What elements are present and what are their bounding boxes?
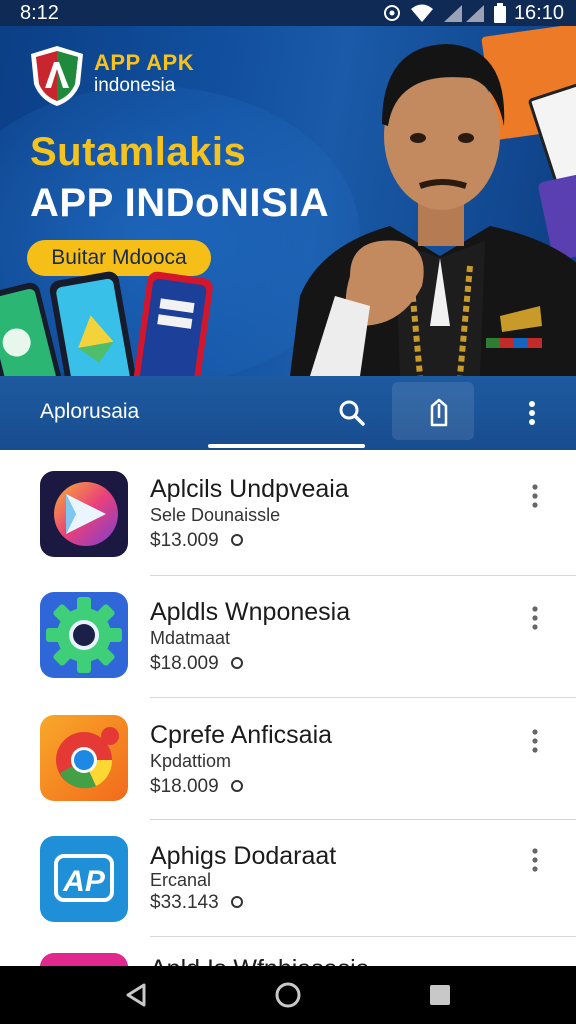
app-price: $33.143 — [150, 892, 219, 913]
more-vert-icon — [532, 848, 538, 872]
active-tab-indicator — [208, 444, 365, 448]
more-vert-icon — [532, 606, 538, 630]
price-circle-icon — [230, 533, 243, 546]
app-developer: Kpdattiom — [150, 751, 232, 771]
logo-title: APP APK — [94, 50, 195, 75]
app-price: $18.009 — [150, 653, 219, 674]
app-list: Aplcils Undpveaia Sele Dounaissle $13.00… — [0, 450, 576, 966]
list-item[interactable]: Apldls Wnponesia Mdatmaat $18.009 — [0, 576, 576, 698]
promo-banner[interactable]: APP APK indonesia Sutamlakis APP INDoNIS… — [0, 26, 576, 376]
home-circle-icon — [275, 982, 301, 1008]
item-overflow-button[interactable] — [520, 840, 550, 880]
presenter-photo — [290, 44, 576, 376]
app-name: Cprefe Anficsaia — [150, 721, 333, 749]
status-icons: 16:10 — [382, 2, 564, 25]
play-store-icon — [40, 471, 128, 557]
wifi-icon — [410, 3, 434, 23]
app-developer: Ercanal — [150, 870, 212, 890]
price-circle-icon — [230, 779, 243, 792]
list-item[interactable]: Apld Is Wfnhiasasia — [0, 937, 576, 966]
app-price-row: $13.009 — [150, 530, 243, 552]
back-button[interactable] — [116, 980, 156, 1010]
overflow-menu-button[interactable] — [514, 390, 550, 436]
more-vert-icon — [529, 401, 535, 425]
logo-subtitle: indonesia — [94, 75, 176, 96]
app-name: Apld Is Wfnhiasasia — [150, 955, 370, 966]
price-circle-icon — [230, 656, 243, 669]
list-item[interactable]: Cprefe Anficsaia Kpdattiom $18.009 — [0, 698, 576, 820]
more-vert-icon — [532, 729, 538, 753]
app-price: $13.009 — [150, 530, 219, 551]
app-bar: Aplorusaia — [0, 376, 576, 450]
signal-icon — [442, 3, 486, 23]
status-time-left: 8:12 — [20, 1, 59, 24]
app-name: Aphigs Dodaraat — [150, 842, 337, 870]
pink-app-icon — [40, 953, 128, 966]
search-button[interactable] — [322, 390, 382, 436]
more-vert-icon — [532, 484, 538, 508]
item-overflow-button[interactable] — [520, 721, 550, 761]
app-developer: Mdatmaat — [150, 628, 231, 648]
app-name: Aplcils Undpveaia — [150, 475, 349, 503]
item-overflow-button[interactable] — [520, 598, 550, 638]
recents-button[interactable] — [420, 980, 460, 1010]
price-circle-icon — [230, 895, 243, 908]
app-price-row: $18.009 — [150, 653, 243, 675]
status-time-right: 16:10 — [513, 1, 564, 24]
battery-icon — [493, 3, 506, 23]
svg-text:AP: AP — [62, 865, 106, 898]
list-item[interactable]: Aplcils Undpveaia Sele Dounaissle $13.00… — [0, 450, 576, 572]
status-bar: 8:12 16:10 — [0, 0, 576, 26]
banner-subheadline: APP INDoNISIA — [30, 181, 330, 225]
item-overflow-button[interactable] — [520, 476, 550, 516]
recents-square-icon — [430, 985, 450, 1005]
share-icon — [430, 398, 448, 427]
banner-headline: Sutamlakis — [30, 130, 247, 174]
smartphones-illustration — [0, 271, 213, 376]
app-name: Apldls Wnponesia — [150, 598, 351, 626]
settings-gear-icon — [40, 592, 128, 678]
app-developer: Sele Dounaissle — [150, 505, 281, 525]
system-nav-bar — [0, 966, 576, 1024]
app-price-row: $33.143 — [150, 892, 243, 914]
search-icon — [339, 400, 365, 426]
ap-icon: AP — [40, 836, 128, 922]
shield-logo-icon — [31, 46, 83, 106]
share-button[interactable] — [412, 390, 466, 436]
app-price: $18.009 — [150, 776, 219, 797]
notification-icon — [382, 3, 402, 23]
chrome-icon — [40, 715, 128, 801]
home-button[interactable] — [268, 980, 308, 1010]
app-price-row: $18.009 — [150, 776, 243, 798]
list-item[interactable]: AP Aphigs Dodaraat Ercanal $33.143 — [0, 820, 576, 942]
back-triangle-icon — [126, 983, 146, 1007]
app-bar-title: Aplorusaia — [40, 400, 140, 423]
